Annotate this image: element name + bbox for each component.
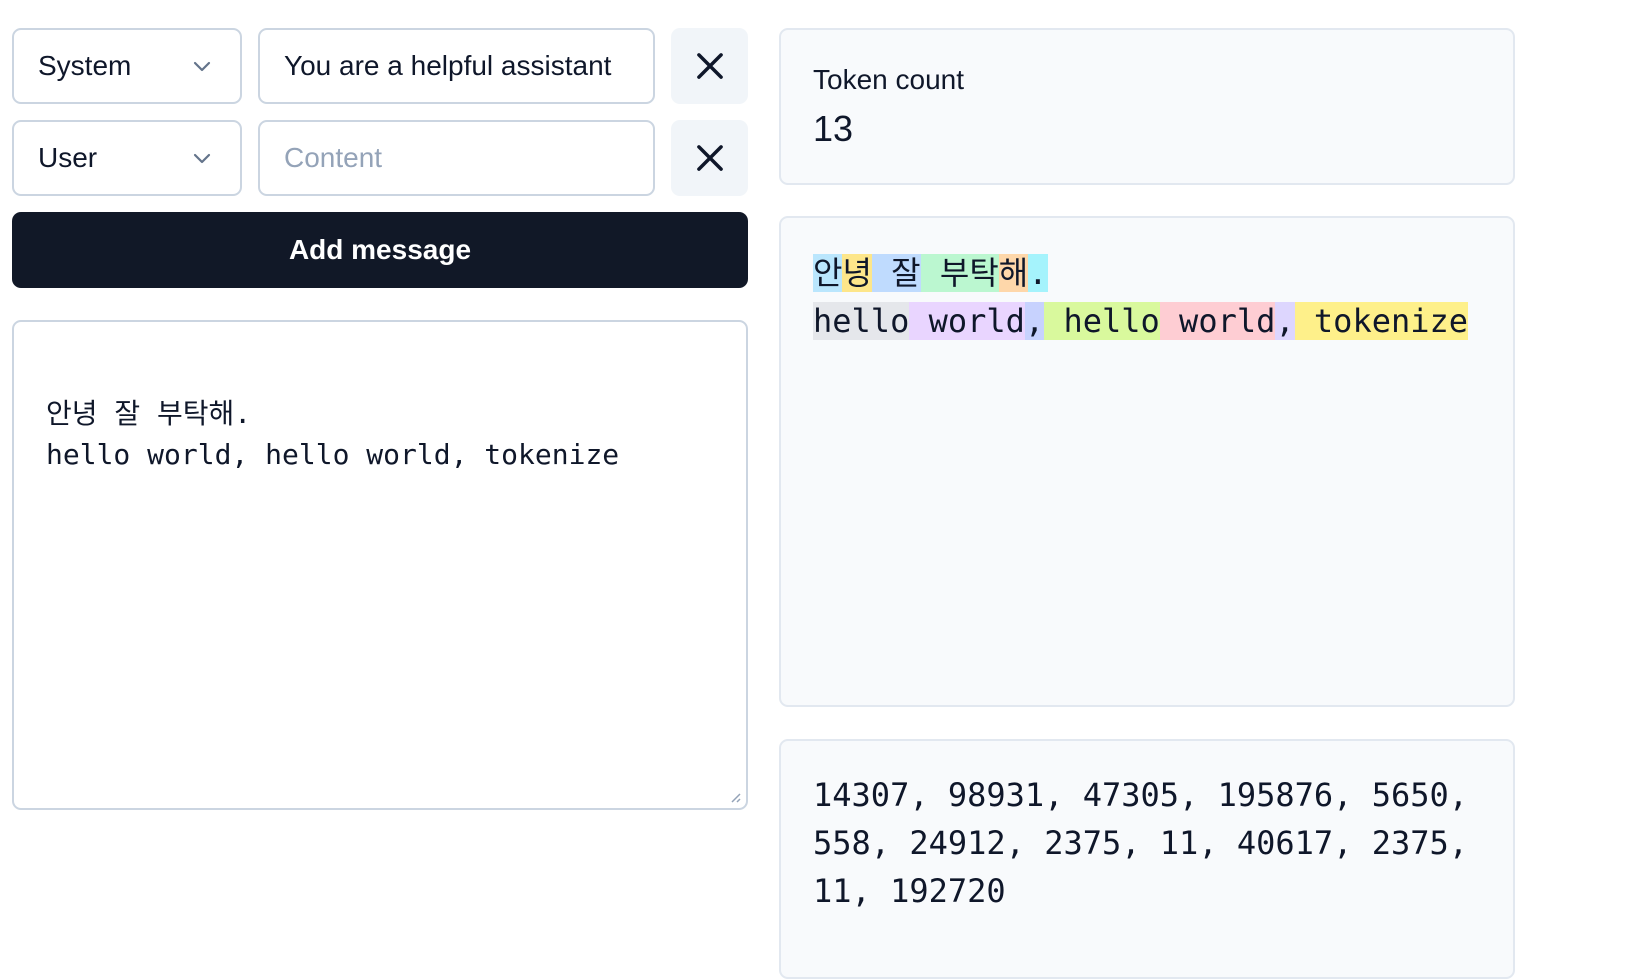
remove-message-button[interactable] [671, 120, 748, 196]
token-ids-text: 14307, 98931, 47305, 195876, 5650, 558, … [813, 776, 1469, 910]
close-icon [696, 53, 723, 79]
message-content-value: You are a helpful assistant [284, 50, 612, 81]
token-chip: 잘 [871, 254, 921, 292]
resize-grip-icon[interactable] [726, 788, 742, 804]
message-content-input[interactable]: Content [258, 120, 655, 196]
add-message-label: Add message [288, 234, 472, 265]
token-chip: . [1028, 254, 1048, 292]
token-chip: 안 [813, 254, 843, 292]
token-chip: , [1024, 302, 1045, 340]
editor-line: hello world, hello world, tokenize [46, 438, 620, 471]
token-chip: , [1275, 302, 1295, 340]
token-chip: world [909, 302, 1025, 340]
message-content-placeholder: Content [284, 142, 383, 173]
text-input-area[interactable]: 안녕 잘 부탁해. hello world, hello world, token… [12, 320, 748, 810]
token-count-value: 13 [813, 108, 854, 149]
role-select-system[interactable]: System [12, 28, 242, 104]
chevron-down-icon [193, 61, 211, 72]
message-content-input[interactable]: You are a helpful assistant [258, 28, 655, 104]
token-chip: 녕 [842, 254, 872, 292]
token-count-label: Token count [813, 64, 964, 95]
remove-message-button[interactable] [671, 28, 748, 104]
add-message-button[interactable]: Add message [12, 212, 748, 288]
token-chip: 부탁 [920, 254, 999, 292]
token-chip: hello [1044, 302, 1160, 340]
token-visualization: 안녕 잘 부탁해. hello world, hello world, token… [813, 254, 1469, 350]
token-line: 안녕 잘 부탁해. [813, 254, 1468, 302]
token-line: hello world, hello world, tokenize [813, 302, 1469, 350]
editor-line: 안녕 잘 부탁해. [46, 397, 252, 430]
token-chip: hello [813, 302, 910, 340]
token-chip: 해 [998, 254, 1029, 292]
chevron-down-icon [193, 153, 211, 164]
role-select-label: System [38, 50, 132, 81]
role-select-label: User [38, 142, 98, 173]
token-count-panel: Token count 13 [779, 28, 1515, 185]
token-ids-panel: 14307, 98931, 47305, 195876, 5650, 558, … [779, 739, 1515, 979]
token-chip: world [1159, 302, 1276, 340]
close-icon [696, 145, 723, 171]
token-chip: tokenize [1294, 302, 1469, 340]
token-visualization-panel: 안녕 잘 부탁해. hello world, hello world, token… [779, 216, 1515, 707]
role-select-user[interactable]: User [12, 120, 242, 196]
